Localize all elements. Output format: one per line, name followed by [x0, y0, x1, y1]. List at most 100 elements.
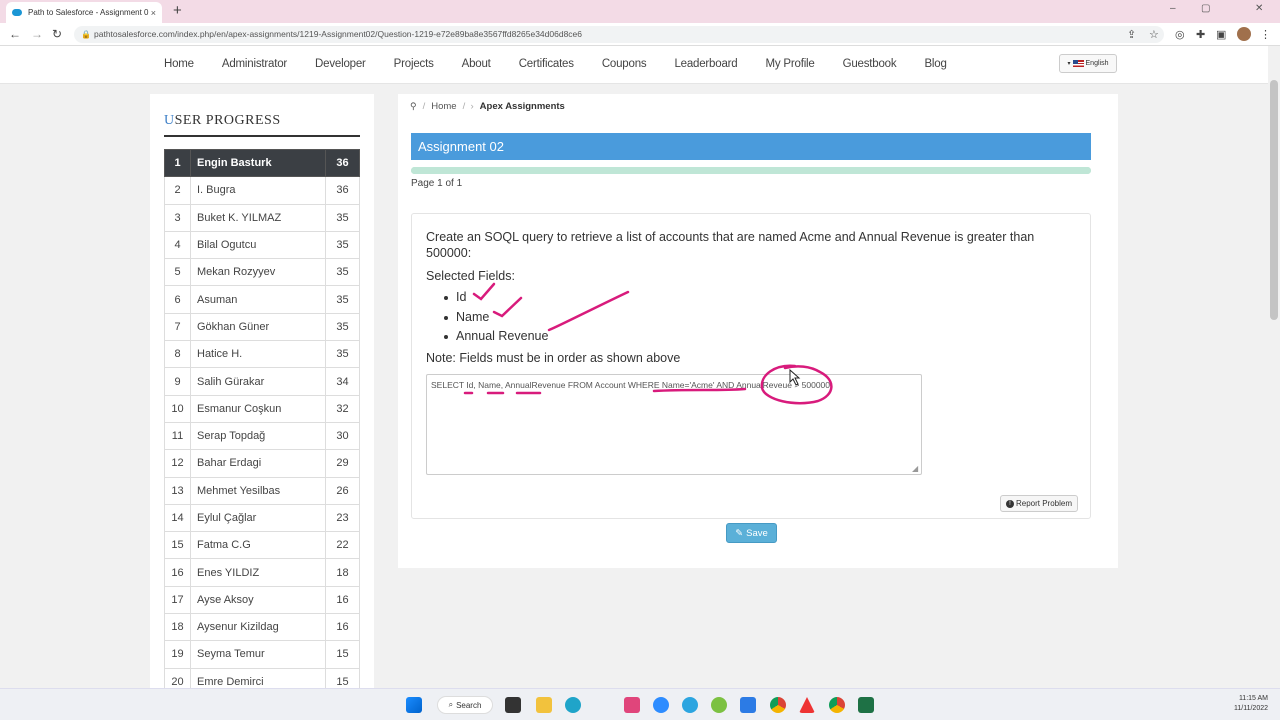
- share-icon[interactable]: ⇪: [1127, 28, 1136, 41]
- close-window-button[interactable]: ✕: [1255, 3, 1263, 14]
- rank-cell: 10: [164, 394, 191, 423]
- name-cell: Enes YILDIZ: [190, 558, 326, 587]
- windows-taskbar: ⌕ Search 11:15 AM 11/11/2022: [0, 688, 1280, 720]
- nav-leaderboard[interactable]: Leaderboard: [674, 58, 737, 70]
- url-text: pathtosalesforce.com/index.php/en/apex-a…: [94, 29, 583, 39]
- name-cell: Asuman: [190, 285, 326, 314]
- new-tab-button[interactable]: +: [173, 2, 182, 19]
- leaderboard-row: 18 Aysenur Kizildag 16: [164, 613, 360, 642]
- nav-administrator[interactable]: Administrator: [222, 58, 287, 70]
- forward-arrow-icon[interactable]: →: [31, 27, 43, 41]
- leaderboard-row: 3 Buket K. YILMAZ 35: [164, 203, 360, 232]
- chrome-icon[interactable]: [770, 697, 786, 713]
- us-flag-icon: [1072, 60, 1084, 67]
- minimize-button[interactable]: –: [1170, 3, 1176, 14]
- resize-grip-icon[interactable]: ◢: [912, 464, 918, 473]
- excel-icon[interactable]: [858, 697, 874, 713]
- answer-textarea[interactable]: SELECT Id, Name, AnnualRevenue FROM Acco…: [426, 374, 922, 475]
- map-marker-icon: ⚲: [410, 101, 417, 111]
- save-label: Save: [746, 527, 768, 539]
- site-navigation: Home Administrator Developer Projects Ab…: [0, 46, 1268, 84]
- score-cell: 16: [325, 613, 360, 642]
- taskbar-clock[interactable]: 11:15 AM 11/11/2022: [1218, 694, 1268, 714]
- title-rest: SER PROGRESS: [174, 113, 281, 128]
- taskbar-search[interactable]: ⌕ Search: [437, 696, 493, 714]
- rank-cell: 12: [164, 449, 191, 478]
- back-arrow-icon[interactable]: ←: [9, 27, 21, 41]
- nav-developer[interactable]: Developer: [315, 58, 366, 70]
- breadcrumb-home[interactable]: Home: [431, 101, 456, 112]
- windows-start-icon[interactable]: [406, 697, 422, 713]
- tab-title: Path to Salesforce - Assignment 0: [28, 8, 149, 17]
- menu-dots-icon[interactable]: ⋮: [1260, 28, 1271, 41]
- nav-certificates[interactable]: Certificates: [519, 58, 574, 70]
- maximize-button[interactable]: ▢: [1201, 3, 1210, 14]
- order-note: Note: Fields must be in order as shown a…: [426, 351, 681, 365]
- report-problem-button[interactable]: ! Report Problem: [1000, 495, 1078, 512]
- score-cell: 35: [325, 340, 360, 369]
- extension-globe-icon[interactable]: ◎: [1175, 28, 1185, 41]
- selected-fields-label: Selected Fields:: [426, 269, 515, 283]
- leaderboard-row: 6 Asuman 35: [164, 285, 360, 314]
- rank-cell: 4: [164, 230, 191, 260]
- score-cell: 30: [325, 421, 360, 451]
- zoom-icon[interactable]: [653, 697, 669, 713]
- field-item: Name: [442, 310, 548, 330]
- name-cell: I. Bugra: [190, 176, 326, 205]
- nav-guestbook[interactable]: Guestbook: [843, 58, 897, 70]
- slack-icon[interactable]: [624, 697, 640, 713]
- score-cell: 18: [325, 558, 360, 587]
- name-cell: Esmanur Coşkun: [190, 394, 326, 423]
- rank-cell: 17: [164, 585, 191, 615]
- clock-date: 11/11/2022: [1234, 705, 1268, 712]
- leaderboard-row: 7 Gökhan Güner 35: [164, 312, 360, 342]
- rank-cell: 2: [164, 176, 191, 205]
- report-label: Report Problem: [1015, 499, 1073, 508]
- save-button[interactable]: ✎ Save: [726, 523, 777, 543]
- url-field[interactable]: 🔒 pathtosalesforce.com/index.php/en/apex…: [74, 26, 1164, 43]
- nav-projects[interactable]: Projects: [394, 58, 434, 70]
- telegram-icon[interactable]: [682, 697, 698, 713]
- score-cell: 35: [325, 230, 360, 260]
- nav-my-profile[interactable]: My Profile: [765, 58, 814, 70]
- scrollbar-thumb[interactable]: [1270, 80, 1278, 320]
- score-cell: 35: [325, 203, 360, 232]
- pencil-icon: ✎: [735, 527, 744, 539]
- app-leaf-icon[interactable]: [711, 697, 727, 713]
- name-cell: Fatma C.G: [190, 531, 326, 560]
- question-box: Create an SOQL query to retrieve a list …: [411, 213, 1091, 519]
- acrobat-icon[interactable]: [799, 697, 815, 713]
- browser-tab[interactable]: Path to Salesforce - Assignment 0 ×: [6, 2, 162, 23]
- page-info: Page 1 of 1: [411, 178, 463, 189]
- file-explorer-icon[interactable]: [536, 697, 552, 713]
- rank-cell: 19: [164, 640, 191, 669]
- nav-about[interactable]: About: [462, 58, 491, 70]
- tab-close-icon[interactable]: ×: [151, 8, 156, 18]
- puzzle-extensions-icon[interactable]: ✚: [1196, 28, 1205, 41]
- leaderboard-row: 1 Engin Basturk 36: [164, 148, 360, 178]
- exclamation-circle-icon: !: [1005, 499, 1014, 508]
- name-cell: Buket K. YILMAZ: [190, 203, 326, 232]
- language-selector[interactable]: ▾ English: [1059, 54, 1117, 73]
- sidebar-icon[interactable]: ▣: [1216, 28, 1226, 41]
- leaderboard-table: 1 Engin Basturk 36 2 I. Bugra 36 3 Buket K. YIL…: [164, 148, 360, 696]
- score-cell: 32: [325, 394, 360, 423]
- score-cell: 35: [325, 258, 360, 287]
- nav-home[interactable]: Home: [164, 58, 194, 70]
- chrome-profile-icon[interactable]: [829, 697, 845, 713]
- edge-browser-icon[interactable]: [565, 697, 581, 713]
- app-blue-icon[interactable]: [740, 697, 756, 713]
- nav-blog[interactable]: Blog: [924, 58, 946, 70]
- title-underline: [164, 135, 360, 137]
- rank-cell: 16: [164, 558, 191, 587]
- bookmark-star-icon[interactable]: ☆: [1149, 28, 1159, 41]
- profile-avatar-icon[interactable]: [1237, 27, 1251, 41]
- nav-coupons[interactable]: Coupons: [602, 58, 647, 70]
- breadcrumb: ⚲ / Home / › Apex Assignments: [410, 101, 565, 112]
- name-cell: Seyma Temur: [190, 640, 326, 669]
- score-cell: 15: [325, 640, 360, 669]
- search-label: Search: [456, 700, 482, 710]
- reload-icon[interactable]: ↻: [52, 27, 62, 41]
- language-label: English: [1085, 60, 1109, 67]
- task-view-icon[interactable]: [505, 697, 521, 713]
